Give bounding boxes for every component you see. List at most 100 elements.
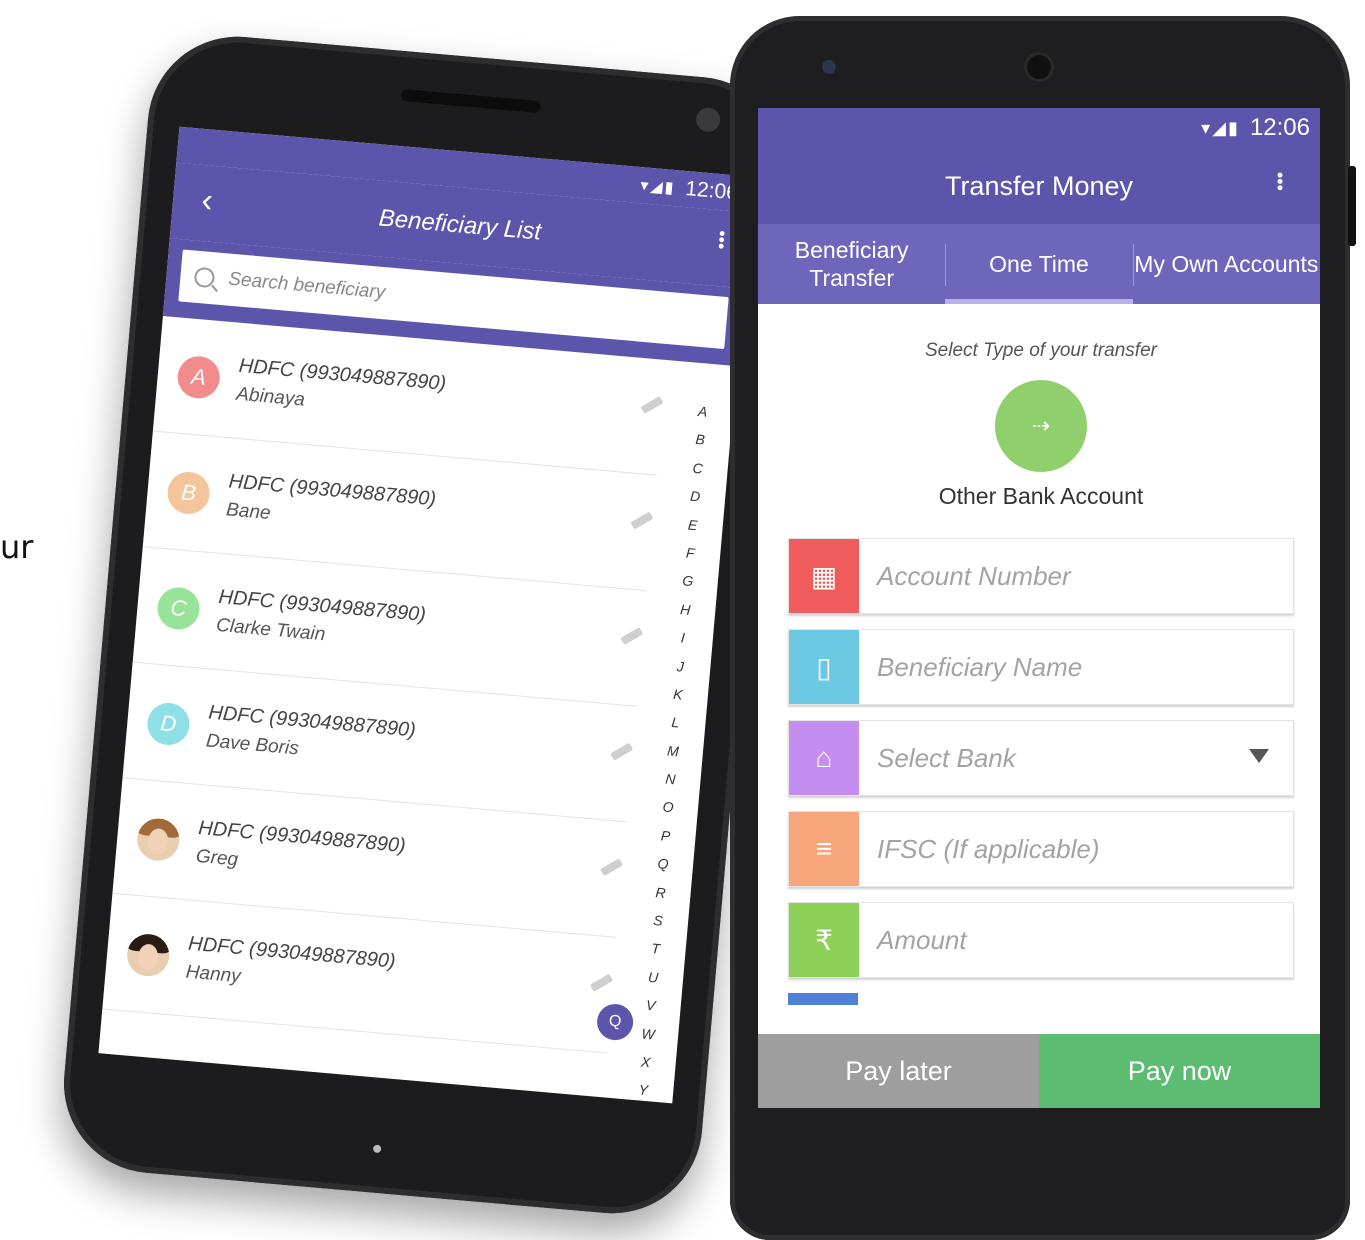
pay-later-button[interactable]: Pay later [758, 1034, 1039, 1108]
transfer-money-screen: ▾◢▮ 12:06 Transfer Money ••• Beneficiary… [758, 108, 1320, 1108]
field-placeholder: Account Number [877, 560, 1071, 591]
field-placeholder: Amount [877, 924, 967, 955]
field-input[interactable]: Beneficiary Name [859, 630, 1293, 704]
tab-beneficiary-transfer[interactable]: Beneficiary Transfer [758, 224, 945, 304]
edit-pencil-icon[interactable] [640, 395, 664, 414]
alphabet-letter[interactable]: H [679, 595, 692, 624]
home-indicator [372, 1144, 382, 1154]
field-input[interactable]: Amount [859, 903, 1293, 977]
alphabet-letter[interactable]: L [670, 708, 680, 737]
edit-pencil-icon[interactable] [630, 511, 654, 530]
transfer-type-option[interactable]: ⇢ Other Bank Account [788, 380, 1294, 510]
form-field[interactable]: ₹ Amount [788, 902, 1294, 978]
list-icon: ≡ [789, 812, 859, 886]
beneficiary-info: HDFC (993049887890) Bane [225, 470, 436, 539]
avatar-initial: D [145, 700, 192, 747]
next-field-icon-peek [788, 993, 858, 1005]
beneficiary-list-screen: ▾◢▮ 12:06 ‹ Beneficiary List ••• Search … [98, 126, 754, 1104]
action-bar: Pay later Pay now [758, 1034, 1320, 1108]
left-phone: ▾◢▮ 12:06 ‹ Beneficiary List ••• Search … [56, 29, 794, 1221]
alphabet-letter[interactable]: R [654, 878, 667, 907]
field-input[interactable]: IFSC (If applicable) [859, 812, 1293, 886]
alphabet-letter[interactable]: U [647, 963, 660, 992]
tab-one-time[interactable]: One Time [945, 224, 1133, 304]
alphabet-letter[interactable]: Q [656, 849, 669, 878]
transfer-form-fields: ▦ Account Number ▯ Beneficiary Name ⌂ Select … [788, 538, 1294, 978]
field-placeholder: IFSC (If applicable) [877, 833, 1100, 864]
back-arrow-icon[interactable]: ‹ [188, 180, 227, 222]
pay-now-button[interactable]: Pay now [1039, 1034, 1320, 1108]
front-camera [822, 60, 836, 74]
overflow-menu-icon[interactable]: ••• [711, 230, 733, 251]
status-bar: ▾◢▮ 12:06 [758, 108, 1320, 148]
alphabet-letter[interactable]: E [687, 510, 699, 539]
edit-pencil-icon[interactable] [600, 858, 624, 877]
form-body: Select Type of your transfer ⇢ Other Ban… [758, 304, 1320, 1005]
transfer-type-label: Other Bank Account [938, 483, 1144, 509]
speaker-grille [400, 88, 542, 114]
page-title: Transfer Money [944, 170, 1134, 201]
avatar-initial: C [155, 585, 202, 631]
search-icon [193, 266, 216, 289]
form-field[interactable]: ≡ IFSC (If applicable) [788, 811, 1294, 887]
alphabet-letter[interactable]: G [681, 567, 694, 596]
avatar-initial: B [165, 469, 212, 516]
alphabet-letter[interactable]: Y [637, 1076, 649, 1104]
form-field[interactable]: ▦ Account Number [788, 538, 1294, 614]
dropdown-arrow-icon[interactable] [1249, 749, 1269, 763]
alphabet-letter[interactable]: S [652, 906, 664, 935]
alphabet-letter[interactable]: M [666, 736, 680, 765]
signal-battery-icon: ▾◢▮ [639, 177, 677, 198]
bank-building-icon: ⌂ [789, 721, 859, 795]
phone-camera [695, 106, 722, 133]
side-button [1348, 166, 1356, 246]
beneficiary-info: HDFC (993049887890) Dave Boris [205, 702, 416, 771]
signal-battery-icon: ▾◢▮ [1201, 117, 1240, 138]
search-placeholder: Search beneficiary [227, 268, 387, 304]
edit-pencil-icon[interactable] [589, 973, 614, 992]
alphabet-letter[interactable]: F [685, 538, 696, 567]
alphabet-letter[interactable]: K [672, 680, 684, 709]
avatar-photo [125, 931, 171, 978]
rupee-icon: ₹ [789, 903, 859, 977]
avatar-photo [135, 816, 182, 862]
edit-pencil-icon[interactable] [610, 742, 634, 761]
alphabet-letter[interactable]: N [664, 765, 677, 794]
alphabet-letter[interactable]: V [645, 991, 657, 1020]
beneficiary-info: HDFC (993049887890) Abinaya [235, 355, 446, 424]
alphabet-letter[interactable]: J [676, 652, 685, 681]
field-placeholder: Select Bank [877, 742, 1016, 773]
field-input[interactable]: Account Number [859, 539, 1293, 613]
tab-my-own-accounts[interactable]: My Own Accounts [1132, 224, 1320, 304]
phone-icon: ▯ [789, 630, 859, 704]
edit-pencil-icon[interactable] [620, 627, 644, 646]
status-time: 12:06 [1249, 114, 1310, 141]
alphabet-letter[interactable]: B [694, 425, 706, 454]
alphabet-letter[interactable]: D [689, 482, 702, 511]
transfer-type-hint: Select Type of your transfer [925, 340, 1157, 361]
alphabet-letter[interactable]: O [661, 793, 674, 822]
bank-transfer-icon: ⇢ [995, 380, 1087, 472]
alphabet-letter[interactable]: A [697, 397, 709, 426]
partial-caption-text: ur [0, 528, 34, 566]
alphabet-letter[interactable]: C [691, 454, 704, 483]
field-placeholder: Beneficiary Name [877, 651, 1083, 682]
alphabet-letter[interactable]: T [650, 934, 661, 963]
form-field[interactable]: ⌂ Select Bank [788, 720, 1294, 796]
beneficiary-info: HDFC (993049887890) Clarke Twain [215, 586, 426, 655]
avatar-initial: A [176, 354, 222, 400]
field-input[interactable]: Select Bank [859, 721, 1293, 795]
form-field[interactable]: ▯ Beneficiary Name [788, 629, 1294, 705]
beneficiary-list: A HDFC (993049887890) Abinaya B HDFC (993049… [102, 315, 736, 1060]
beneficiary-info: HDFC (993049887890) Hanny [185, 933, 396, 1002]
alphabet-letter[interactable]: X [640, 1048, 652, 1077]
right-phone: ▾◢▮ 12:06 Transfer Money ••• Beneficiary… [730, 16, 1356, 1240]
alphabet-letter[interactable]: I [680, 624, 686, 653]
transfer-tabs: Beneficiary Transfer One Time My Own Acc… [758, 224, 1320, 304]
overflow-menu-icon[interactable]: ••• [1270, 172, 1290, 191]
app-bar: Transfer Money ••• [758, 148, 1320, 224]
alphabet-letter[interactable]: P [660, 821, 672, 850]
alphabet-letter[interactable]: W [640, 1019, 656, 1048]
earpiece [1024, 52, 1054, 82]
beneficiary-info: HDFC (993049887890) Greg [195, 817, 406, 886]
